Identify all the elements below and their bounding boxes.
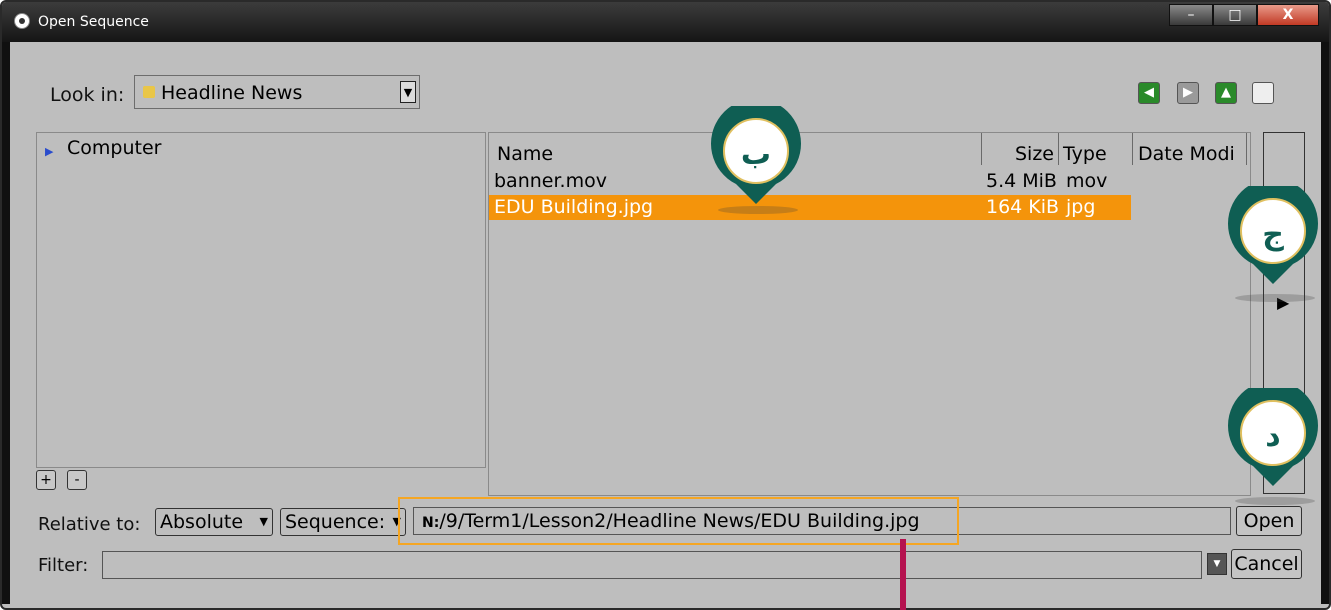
pointer-line [900,539,906,610]
file-row[interactable]: banner.mov 5.4 MiB mov [489,169,1131,194]
file-type: mov [1066,170,1108,192]
file-name: banner.mov [494,170,607,192]
marker-letter: ج [1262,217,1284,252]
filter-dropdown-icon[interactable]: ▼ [1207,553,1227,575]
look-in-label: Look in: [50,84,125,106]
look-in-combo[interactable]: Headline News ▼ [134,75,420,109]
file-size: 164 KiB [986,196,1060,218]
path-highlight-box [398,497,959,545]
minimize-button[interactable]: – [1169,4,1213,26]
maximize-button[interactable]: □ [1213,4,1257,26]
annotation-marker-j: ج [1223,186,1323,296]
chevron-down-icon: ▼ [259,515,268,528]
places-sidebar: ▶ Computer [36,132,486,468]
file-list-header: Name Size Type Date Modi [489,133,1250,165]
marker-letter: ب [740,137,772,172]
new-folder-icon[interactable] [1252,82,1274,104]
folder-icon [143,86,155,98]
sequence-value: Sequence: [285,511,386,533]
file-type: jpg [1066,196,1096,218]
window-title: Open Sequence [38,14,149,30]
marker-shadow [1235,497,1315,505]
up-folder-icon[interactable]: ▲ [1215,82,1237,104]
annotation-marker-d: د [1223,388,1323,498]
sidebar-item-computer[interactable]: Computer [67,137,161,159]
file-row-selected[interactable]: EDU Building.jpg 164 KiB jpg [489,195,1131,220]
window-edge-right [1321,42,1329,604]
computer-icon: ▶ [45,145,54,158]
sequence-select[interactable]: Sequence: ▼ [280,508,406,536]
add-place-button[interactable]: + [36,470,56,490]
remove-place-button[interactable]: - [67,470,87,490]
app-logo-icon [14,13,30,29]
back-icon[interactable]: ◀ [1138,82,1160,104]
column-header-size[interactable]: Size [982,133,1059,165]
relative-to-value: Absolute [160,511,244,533]
window-edge-left [2,42,10,604]
marker-letter: د [1265,419,1281,454]
annotation-marker-b: ب [706,106,806,216]
relative-to-select[interactable]: Absolute ▼ [155,508,273,536]
relative-to-label: Relative to: [38,514,141,535]
close-button[interactable]: X [1257,4,1319,26]
cancel-button[interactable]: Cancel [1231,549,1302,579]
column-header-type[interactable]: Type [1059,133,1133,165]
title-bar[interactable]: Open Sequence – □ X [2,2,1329,43]
file-list: Name Size Type Date Modi banner.mov 5.4 … [488,132,1251,496]
look-in-value: Headline News [161,82,303,104]
filter-label: Filter: [38,555,89,576]
column-header-date[interactable]: Date Modi [1133,133,1247,165]
file-size: 5.4 MiB [986,170,1057,192]
file-name: EDU Building.jpg [494,196,654,218]
open-button[interactable]: Open [1236,506,1302,536]
filter-input[interactable] [102,551,1202,579]
chevron-down-icon[interactable]: ▼ [400,81,416,103]
forward-icon[interactable]: ▶ [1177,82,1199,104]
